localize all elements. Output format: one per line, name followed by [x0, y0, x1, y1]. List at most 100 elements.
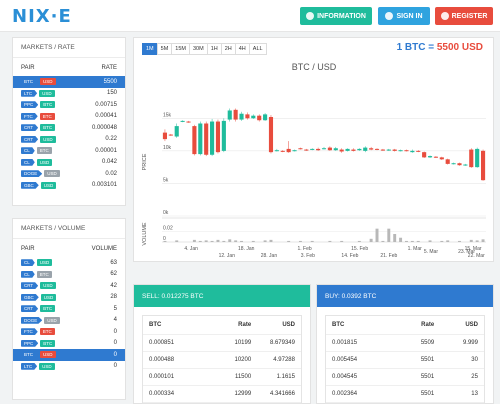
volume-bar: [298, 240, 302, 242]
range-button[interactable]: 1H: [206, 43, 222, 55]
range-button[interactable]: 15M: [171, 43, 190, 55]
market-value: 0.02: [105, 170, 117, 177]
quote-currency-tag: BTC: [36, 270, 52, 278]
market-row[interactable]: CRT USD 0.22: [13, 134, 125, 146]
table-row[interactable]: 0.004545 5501 25: [326, 369, 484, 386]
volume-bar: [269, 239, 273, 242]
column-header: BTC: [332, 322, 345, 328]
candle-body: [210, 121, 215, 155]
sell-title: SELL: 0.012275 BTC: [134, 285, 310, 307]
market-value: 28: [110, 294, 117, 301]
candle-body: [292, 150, 297, 152]
volume-bar: [240, 240, 243, 242]
table-row[interactable]: 0.002364 5501 13: [326, 386, 484, 403]
base-currency-tag: CRT: [21, 135, 39, 143]
market-row[interactable]: CL USD 0.042: [13, 157, 125, 169]
table-cell: 0.005454: [332, 357, 358, 363]
base-currency-tag: FTC: [21, 328, 38, 336]
candle-body: [427, 156, 433, 158]
market-row[interactable]: CRT BTC 5: [13, 303, 125, 315]
register-button[interactable]: REGISTER: [435, 7, 493, 25]
range-button[interactable]: 4H: [234, 43, 250, 55]
candle-body: [374, 148, 380, 150]
table-cell: 4.341666: [269, 391, 295, 397]
market-value: 0: [113, 340, 117, 347]
info-icon: [306, 12, 315, 20]
table-cell: 0.000851: [149, 340, 175, 346]
quote-currency-tag: USD: [40, 293, 57, 301]
candle-body: [221, 120, 226, 151]
base-currency-tag: GBC: [21, 293, 39, 301]
price-prefix: 1 BTC =: [396, 42, 435, 53]
market-row[interactable]: CL BTC 62: [13, 269, 125, 281]
market-row[interactable]: CRT USD 42: [13, 280, 125, 292]
volume-bar: [222, 240, 226, 242]
table-row[interactable]: 0.000488 10200 4.97288: [143, 352, 301, 369]
table-cell: 4.97288: [273, 357, 295, 363]
information-button[interactable]: INFORMATION: [300, 7, 372, 25]
base-currency-tag: BTC: [21, 78, 38, 86]
sign-in-label: SIGN IN: [396, 12, 423, 20]
market-row[interactable]: CL BTC 0.00001: [13, 145, 125, 157]
range-button[interactable]: ALL: [248, 43, 267, 55]
base-currency-tag: CL: [21, 158, 35, 166]
range-button[interactable]: 2H: [220, 43, 236, 55]
market-row[interactable]: FTC BTC 0: [13, 326, 125, 338]
market-row[interactable]: BTC USD 5500: [13, 76, 125, 88]
candlestick-chart[interactable]: BTC / USDPRICEVOLUME15k10k5k0k0.0204. Ja…: [134, 56, 493, 261]
market-row[interactable]: DOGE USD 0.02: [13, 168, 125, 180]
market-row[interactable]: DOGE USD 4: [13, 315, 125, 327]
table-cell: 9.999: [462, 340, 478, 346]
candle-body: [198, 123, 203, 155]
market-value: 0: [113, 351, 117, 358]
volume-bar: [216, 239, 220, 242]
candle-body: [321, 148, 327, 150]
market-row[interactable]: FTC BTC 0.00041: [13, 111, 125, 123]
candle-body: [233, 109, 238, 120]
volume-bar: [381, 240, 385, 242]
market-row[interactable]: BTC USD 0: [13, 349, 125, 361]
table-row[interactable]: 0.000334 12999 4.341666: [143, 386, 301, 403]
quote-currency-tag: BTC: [40, 101, 56, 109]
market-row[interactable]: CL USD 63: [13, 257, 125, 269]
table-row[interactable]: 0.000851 10199 8.679349: [143, 335, 301, 352]
range-button[interactable]: 1M: [142, 43, 158, 55]
market-row[interactable]: GBC USD 0.003101: [13, 180, 125, 192]
table-row[interactable]: 0.005454 5501 30: [326, 352, 484, 369]
market-row[interactable]: GBC USD 28: [13, 292, 125, 304]
candle-body: [316, 148, 321, 151]
x-tick-label: 21. Feb: [380, 253, 397, 259]
candle-body: [351, 149, 356, 151]
table-header: BTC Rate USD: [326, 316, 484, 335]
candle-body: [174, 126, 179, 137]
chart-panel: 1M 5M 15M 30M 1H 2H 4H ALL 1 BTC = 5500 USD BTC…: [133, 37, 494, 262]
markets-rate-panel: MARKETS / RATE PAIR RATE BTC USD 5500 LTC US…: [12, 37, 126, 206]
market-row[interactable]: CRT BTC 0.000048: [13, 122, 125, 134]
candle-body: [386, 149, 391, 151]
base-currency-tag: CL: [21, 147, 35, 155]
col-rate: RATE: [101, 65, 117, 71]
base-currency-tag: PPC: [21, 101, 39, 109]
range-button[interactable]: 30M: [188, 43, 208, 55]
market-row[interactable]: PPC BTC 0: [13, 338, 125, 350]
sign-in-button[interactable]: SIGN IN: [378, 7, 430, 25]
range-button[interactable]: 5M: [156, 43, 173, 55]
quote-currency-tag: BTC: [40, 305, 56, 313]
candle-body: [422, 152, 427, 158]
col-pair: PAIR: [21, 65, 35, 71]
logo[interactable]: NIX·E: [12, 6, 72, 27]
volume-bar: [340, 240, 344, 242]
market-row[interactable]: PPC BTC 0.00715: [13, 99, 125, 111]
candle-body: [192, 126, 197, 155]
candle-body: [168, 134, 173, 136]
volume-bar: [410, 240, 414, 242]
table-row[interactable]: 0.000101 11500 1.1615: [143, 369, 301, 386]
quote-currency-tag: BTC: [39, 112, 55, 120]
base-currency-tag: LTC: [21, 362, 38, 370]
table-cell: 0.002364: [332, 391, 358, 397]
volume-bar: [428, 240, 432, 242]
market-row[interactable]: LTC USD 0: [13, 361, 125, 373]
volume-bar: [192, 239, 196, 242]
market-row[interactable]: LTC USD 150: [13, 88, 125, 100]
table-row[interactable]: 0.001815 5509 9.999: [326, 335, 484, 352]
